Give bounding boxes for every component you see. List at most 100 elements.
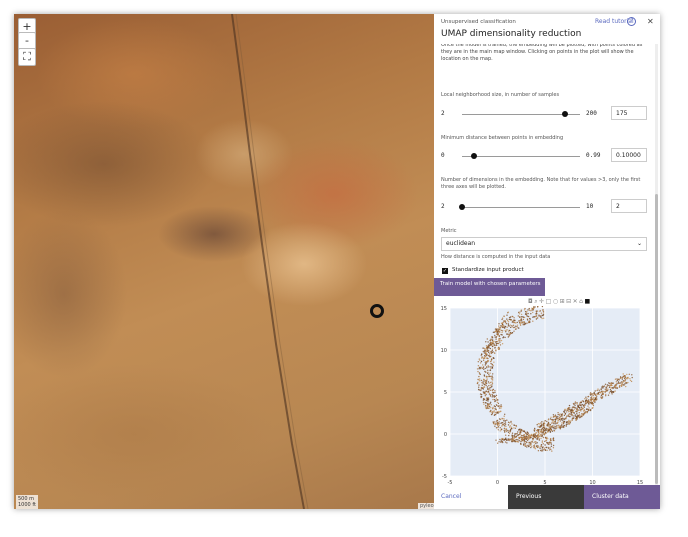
scatter-point: [626, 373, 628, 376]
scatter-point: [572, 409, 575, 412]
scatter-point: [564, 418, 566, 420]
scatter-point: [559, 420, 561, 422]
scatter-point: [534, 433, 536, 435]
scatter-point: [587, 400, 589, 403]
umap-scatter-svg[interactable]: -5 0 5 10 15-5051015: [434, 303, 654, 487]
scatter-point: [518, 320, 520, 322]
scatter-point: [538, 315, 540, 317]
scatter-point: [518, 327, 520, 329]
scatter-point: [485, 376, 488, 378]
scatter-point: [486, 379, 488, 382]
scatter-point: [588, 402, 590, 404]
min-dist-slider-track[interactable]: [462, 156, 580, 157]
scatter-point: [509, 331, 512, 334]
map-view[interactable]: + - ⛶ 500 m 1000 ft pyleo: [14, 14, 434, 509]
scatter-point: [541, 421, 543, 423]
map-attribution[interactable]: pyleo: [418, 503, 434, 509]
scatter-point: [547, 447, 550, 449]
train-model-button[interactable]: Train model with chosen parameters: [434, 278, 545, 296]
location-marker[interactable]: [370, 304, 384, 318]
scatter-point: [494, 422, 497, 425]
scatter-point: [586, 398, 588, 400]
scatter-point: [491, 342, 493, 344]
scatter-point: [615, 381, 618, 383]
neighbors-input[interactable]: 175: [611, 106, 647, 120]
scatter-point: [542, 443, 544, 445]
metric-selected-value: euclidean: [446, 240, 476, 247]
scatter-point: [488, 382, 490, 384]
scatter-point: [480, 389, 482, 392]
umap-plot[interactable]: -5 0 5 10 15 -5 0 5 10 15: [434, 303, 654, 487]
scatter-point: [545, 427, 548, 430]
scatter-point: [492, 392, 494, 394]
help-icon[interactable]: ?: [627, 17, 636, 26]
neighbors-label: Local neighborhood size, in number of sa…: [441, 92, 560, 98]
scatter-point: [576, 403, 578, 405]
scatter-point: [487, 345, 489, 347]
scatter-point: [514, 439, 516, 442]
scatter-point: [507, 333, 509, 335]
scatter-point: [510, 426, 513, 428]
scatter-point: [526, 310, 528, 313]
scatter-point: [585, 396, 587, 398]
scatter-point: [629, 379, 632, 382]
scatter-point: [520, 434, 523, 437]
scatter-point: [498, 441, 500, 443]
scatter-point: [483, 398, 485, 401]
scatter-point: [610, 383, 612, 385]
scatter-point: [486, 386, 488, 388]
scatter-point: [519, 433, 521, 435]
scatter-point: [532, 311, 534, 314]
scatter-point: [522, 324, 524, 326]
scatter-point: [507, 429, 509, 432]
standardize-checkbox[interactable]: ✓: [442, 268, 448, 274]
scatter-point: [484, 367, 486, 370]
neighbors-slider-handle[interactable]: [561, 111, 568, 117]
panel-scrollbar[interactable]: [655, 44, 658, 487]
scatter-point: [479, 373, 481, 375]
plotly-logo-icon[interactable]: ■: [584, 298, 591, 305]
n-components-input[interactable]: 2: [611, 199, 647, 213]
scatter-point: [550, 416, 552, 418]
scatter-point: [551, 450, 553, 452]
scatter-point: [535, 315, 538, 317]
scatter-point: [618, 378, 620, 380]
scatter-point: [516, 326, 518, 328]
cluster-data-button[interactable]: Cluster data: [584, 485, 660, 509]
metric-select[interactable]: euclidean ⌄: [441, 237, 647, 251]
scatter-point: [570, 413, 572, 416]
scatter-point: [485, 390, 488, 393]
scatter-point: [503, 429, 505, 432]
scatter-point: [500, 329, 502, 332]
min-dist-input[interactable]: 0.10000: [611, 148, 647, 162]
n-components-slider-handle[interactable]: [459, 204, 465, 210]
scatter-point: [482, 381, 484, 383]
box-select-icon[interactable]: □: [546, 298, 553, 305]
scrollbar-thumb[interactable]: [655, 194, 658, 484]
close-icon[interactable]: ✕: [647, 17, 654, 26]
cancel-button[interactable]: Cancel: [441, 493, 461, 500]
scatter-point: [532, 320, 534, 322]
scatter-point: [511, 423, 513, 425]
scatter-point: [535, 436, 537, 438]
scatter-point: [622, 375, 624, 378]
scatter-point: [513, 319, 515, 321]
scatter-point: [544, 420, 546, 422]
min-dist-slider-handle[interactable]: [470, 153, 477, 159]
n-components-slider-track[interactable]: [462, 207, 580, 208]
scatter-point: [537, 436, 540, 438]
y-tick-label: -5: [442, 474, 447, 480]
scatter-point: [529, 321, 531, 323]
scatter-point: [494, 421, 496, 423]
scatter-point: [526, 431, 528, 433]
scatter-point: [525, 432, 527, 435]
fullscreen-button[interactable]: ⛶: [18, 48, 36, 66]
scatter-point: [504, 329, 506, 332]
scatter-point: [517, 439, 519, 441]
scatter-point: [523, 437, 526, 439]
previous-button[interactable]: Previous: [508, 485, 584, 509]
scatter-point: [607, 394, 610, 396]
panel-scroll-area[interactable]: Once the model is trained, the embedding…: [434, 44, 654, 487]
scatter-point: [495, 397, 498, 399]
lasso-icon[interactable]: ○: [553, 298, 560, 305]
